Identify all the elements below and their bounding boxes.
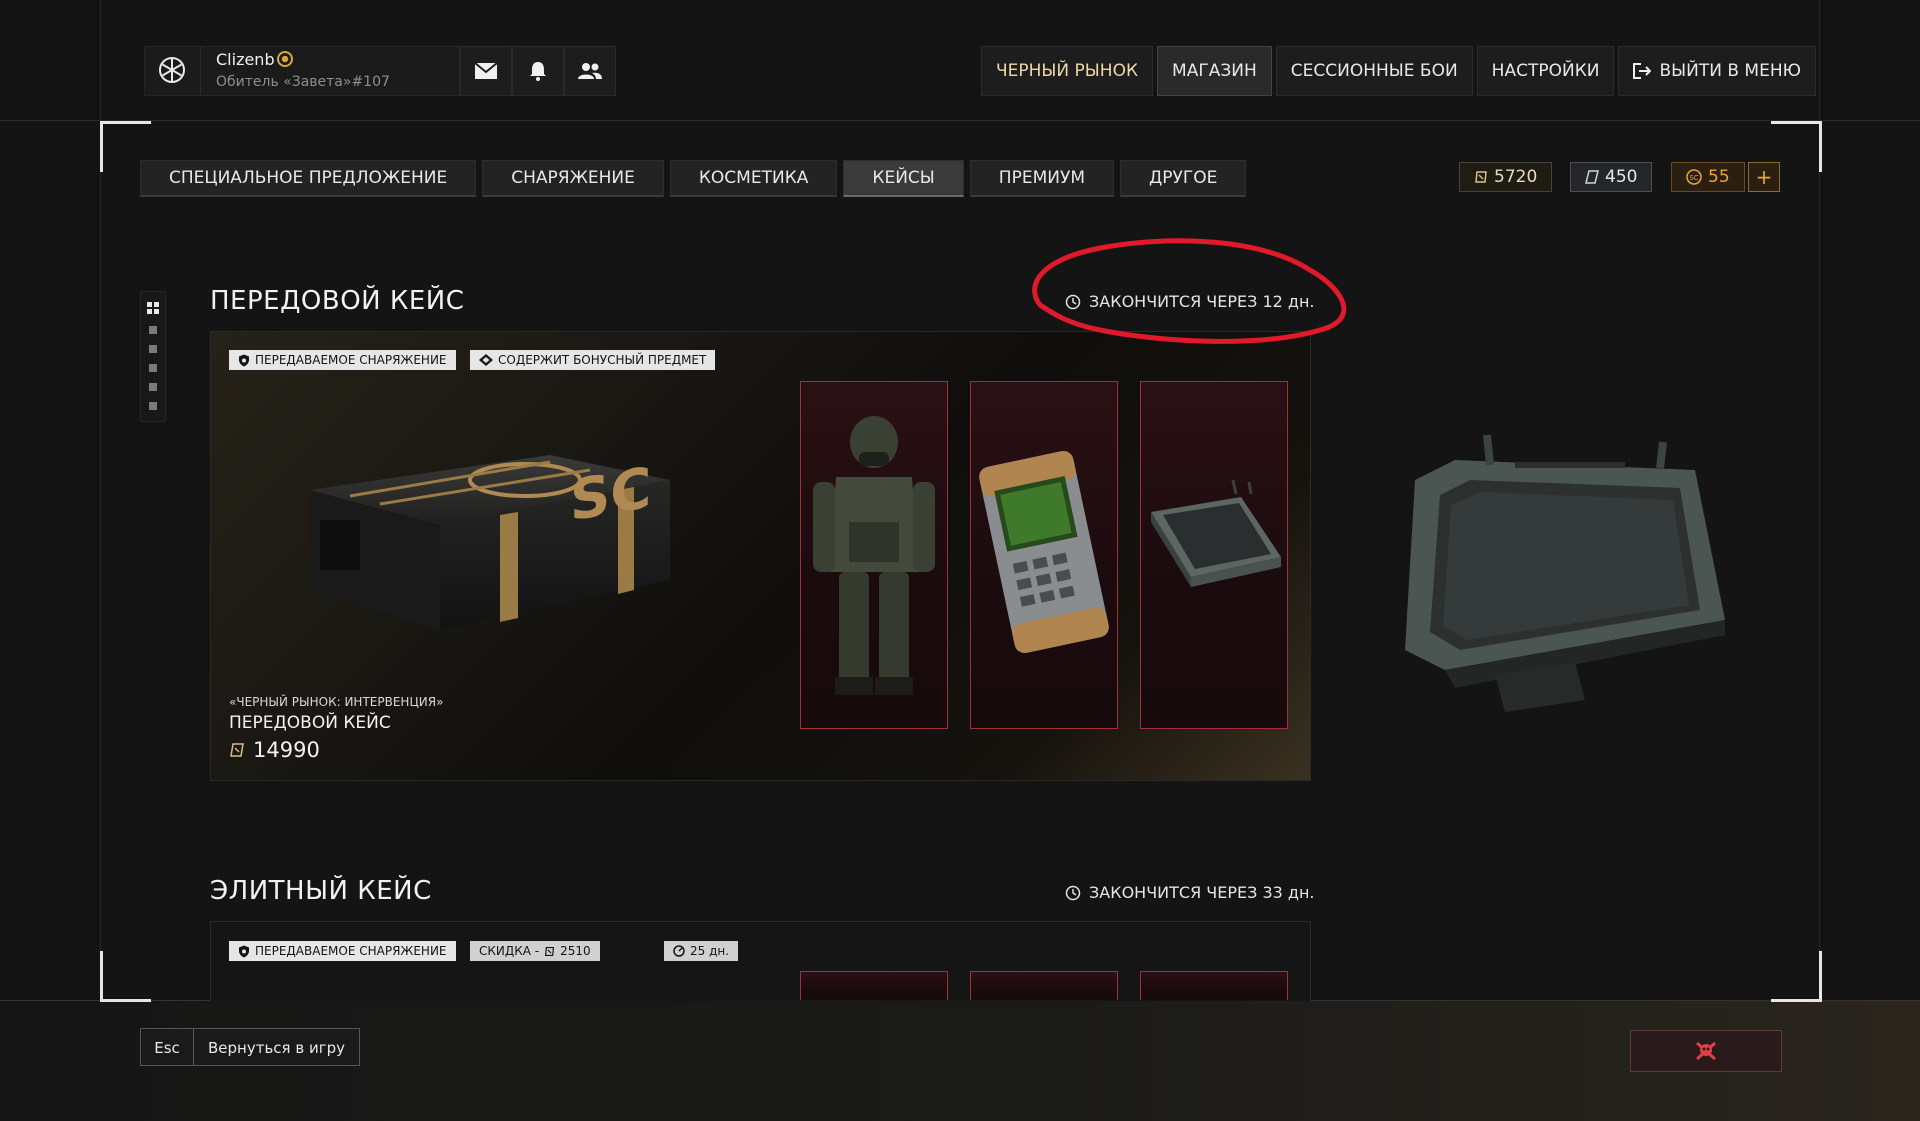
item-slot[interactable] xyxy=(1140,971,1288,1000)
badge-discount-value: 2510 xyxy=(560,944,591,958)
friends-icon xyxy=(578,63,602,79)
badge-discount-label: СКИДКА - xyxy=(479,944,540,958)
corner-bracket-bl xyxy=(100,951,151,1002)
corner-bracket-br xyxy=(1771,951,1822,1002)
item-slot[interactable] xyxy=(800,971,948,1000)
case-subtitle: «ЧЕРНЫЙ РЫНОК: ИНТЕРВЕНЦИЯ» xyxy=(229,695,444,709)
user-title: Обитель «Завета»#107 xyxy=(216,74,390,90)
cash-icon xyxy=(230,743,244,757)
section-timer-elite-case: ЗАКОНЧИТСЯ ЧЕРЕЗ 33 дн. xyxy=(1065,883,1315,902)
bell-icon xyxy=(530,62,546,81)
nav-black-market[interactable]: ЧЕРНЫЙ РЫНОК xyxy=(981,46,1154,96)
sc-coin-icon: SC xyxy=(1686,169,1702,185)
cash-icon xyxy=(545,946,555,956)
badge-bonus-label: СОДЕРЖИТ БОНУСНЫЙ ПРЕДМЕТ xyxy=(498,353,707,367)
section-dot[interactable] xyxy=(149,345,157,353)
badge-bonus-item: СОДЕРЖИТ БОНУСНЫЙ ПРЕДМЕТ xyxy=(470,350,716,370)
tab-cases[interactable]: КЕЙСЫ xyxy=(843,160,964,197)
snowflake-emblem-icon xyxy=(159,57,185,83)
case-price-value: 14990 xyxy=(253,738,320,762)
timer-icon xyxy=(673,945,685,957)
section-scroll-nav xyxy=(140,291,166,422)
section-dot[interactable] xyxy=(149,402,157,410)
ticket-icon xyxy=(1585,170,1599,184)
report-button[interactable] xyxy=(1630,1030,1782,1072)
badge-transferable: ПЕРЕДАВАЕМОЕ СНАРЯЖЕНИЕ xyxy=(229,350,456,370)
item-slot-armored-soldier[interactable] xyxy=(800,381,948,729)
friends-button[interactable] xyxy=(564,46,616,96)
mail-button[interactable] xyxy=(460,46,512,96)
exit-icon xyxy=(1633,63,1652,79)
nav-exit[interactable]: ВЫЙТИ В МЕНЮ xyxy=(1618,46,1816,96)
tab-premium[interactable]: ПРЕМИУМ xyxy=(969,160,1114,197)
tab-equipment[interactable]: СНАРЯЖЕНИЕ xyxy=(482,160,664,197)
timer-label: ЗАКОНЧИТСЯ ЧЕРЕЗ 33 дн. xyxy=(1089,883,1315,902)
tablet-image xyxy=(1151,479,1281,587)
nav-shop[interactable]: МАГАЗИН xyxy=(1157,46,1272,96)
back-to-game-button[interactable]: Esc Вернуться в игру xyxy=(140,1028,360,1066)
badge-transferable-label: ПЕРЕДАВАЕМОЕ СНАРЯЖЕНИЕ xyxy=(255,944,447,958)
badge-transferable-label: ПЕРЕДАВАЕМОЕ СНАРЯЖЕНИЕ xyxy=(255,353,447,367)
highlight-annotation xyxy=(1032,238,1347,344)
badge-transferable: ПЕРЕДАВАЕМОЕ СНАРЯЖЕНИЕ xyxy=(229,941,456,961)
currency-cash: 5720 xyxy=(1459,162,1553,192)
section-dot[interactable] xyxy=(149,364,157,372)
tab-other[interactable]: ДРУГОЕ xyxy=(1119,160,1247,197)
frame-line-top xyxy=(0,120,1920,121)
clock-icon xyxy=(1065,885,1081,900)
badge-time-left: 25 дн. xyxy=(664,941,739,961)
section-dot[interactable] xyxy=(149,326,157,334)
nav-settings[interactable]: НАСТРОЙКИ xyxy=(1476,46,1615,96)
section-title-elite-case: ЭЛИТНЫЙ КЕЙС xyxy=(210,876,432,906)
nav-session-battles[interactable]: СЕССИОННЫЕ БОИ xyxy=(1275,46,1473,96)
notifications-button[interactable] xyxy=(512,46,564,96)
item-slot-scanner[interactable] xyxy=(970,381,1118,729)
skull-crossbones-icon xyxy=(1696,1041,1716,1061)
cash-icon xyxy=(1475,171,1487,183)
section-title-advanced-case: ПЕРЕДОВОЙ КЕЙС xyxy=(210,286,465,316)
currency-sc: SC 55 xyxy=(1671,162,1745,192)
tablet-preview-image xyxy=(1405,434,1725,712)
sc-value: 55 xyxy=(1708,167,1730,187)
currency-tickets: 450 xyxy=(1570,162,1653,192)
item-slot-tablet[interactable] xyxy=(1140,381,1288,729)
shield-icon xyxy=(239,354,249,366)
armored-soldier-image xyxy=(813,416,935,695)
section-dot[interactable] xyxy=(149,383,157,391)
tab-special-offer[interactable]: СПЕЦИАЛЬНОЕ ПРЕДЛОЖЕНИЕ xyxy=(140,160,477,197)
mail-icon xyxy=(474,62,498,79)
faction-logo xyxy=(144,46,201,94)
tickets-value: 450 xyxy=(1605,167,1638,187)
cash-value: 5720 xyxy=(1494,167,1538,187)
add-currency-button[interactable]: + xyxy=(1748,162,1780,192)
badge-time-label: 25 дн. xyxy=(690,944,730,958)
grid-icon[interactable] xyxy=(147,302,159,314)
esc-key-hint: Esc xyxy=(140,1028,194,1066)
case-price: 14990 xyxy=(229,738,320,762)
username: Clizenb xyxy=(216,50,275,69)
eye-diamond-icon xyxy=(479,354,493,366)
shield-icon xyxy=(239,945,249,957)
main-nav: ЧЕРНЫЙ РЫНОК МАГАЗИН СЕССИОННЫЕ БОИ НАСТ… xyxy=(981,46,1820,96)
shop-tabs: СПЕЦИАЛЬНОЕ ПРЕДЛОЖЕНИЕ СНАРЯЖЕНИЕ КОСМЕ… xyxy=(140,160,1252,197)
scanner-device-image xyxy=(979,450,1109,654)
svg-text:SC: SC xyxy=(1689,174,1698,182)
case-name: ПЕРЕДОВОЙ КЕЙС xyxy=(229,713,391,733)
item-slot[interactable] xyxy=(970,971,1118,1000)
back-to-game-label: Вернуться в игру xyxy=(194,1028,360,1066)
badge-discount: СКИДКА - 2510 xyxy=(470,941,600,961)
sun-badge-icon xyxy=(277,51,293,67)
nav-exit-label: ВЫЙТИ В МЕНЮ xyxy=(1659,61,1801,81)
case-box-image: SC xyxy=(310,455,670,630)
tab-cosmetics[interactable]: КОСМЕТИКА xyxy=(669,160,838,197)
